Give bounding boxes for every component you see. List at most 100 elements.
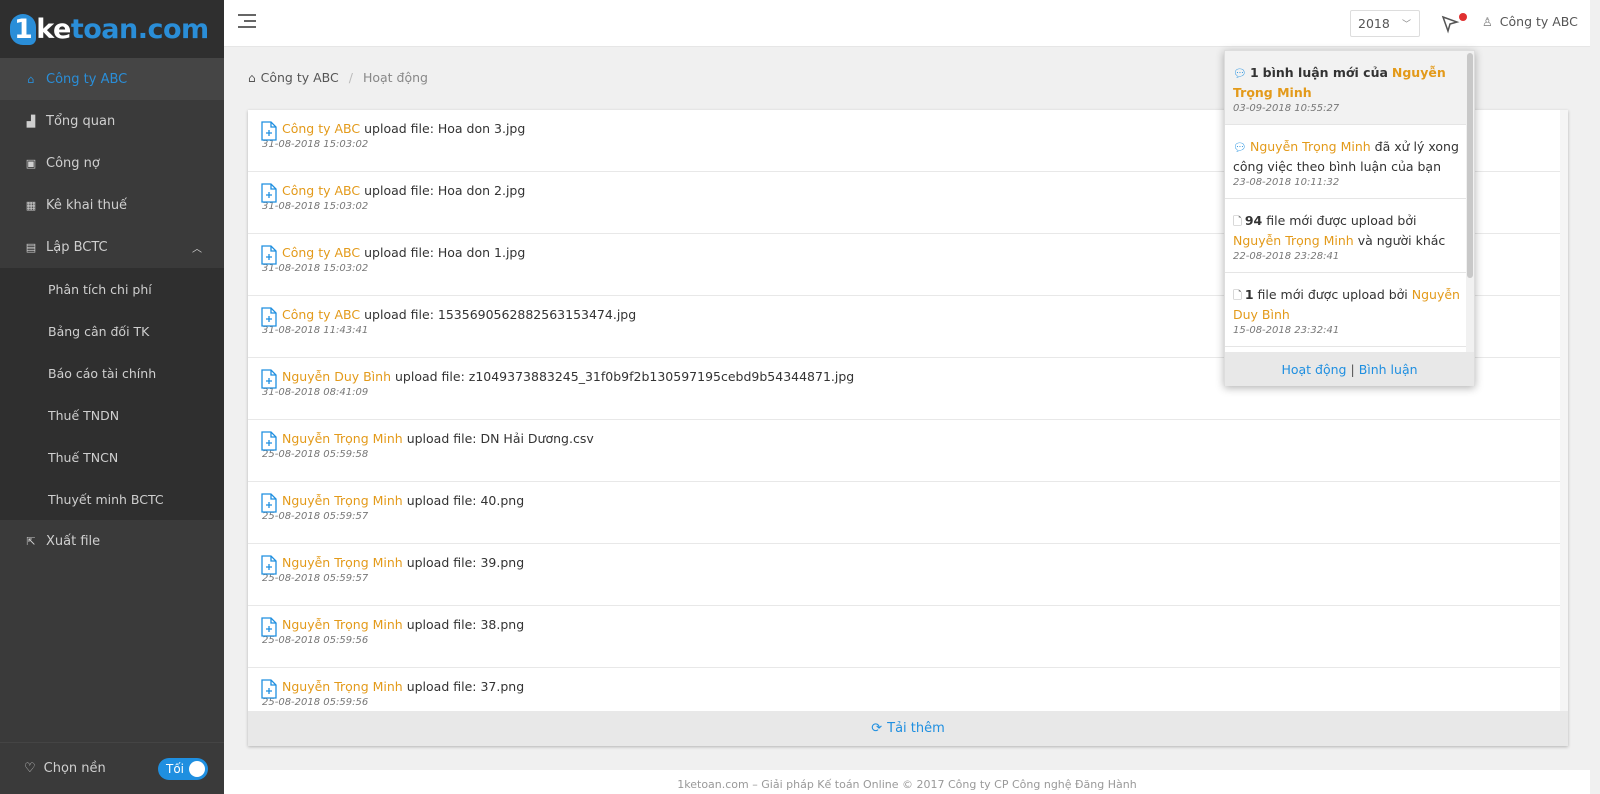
breadcrumb-current: Hoạt động — [362, 70, 428, 85]
scrollbar-thumb[interactable] — [1467, 53, 1473, 278]
activity-time: 25-08-2018 05:59:57 — [262, 511, 369, 522]
notification-scrollbar[interactable] — [1466, 51, 1474, 352]
theme-label: Chọn nền — [43, 761, 106, 776]
notification-item[interactable]: 💬︎ 1 bình luận mới của Nguyễn Trọng Minh … — [1225, 51, 1474, 125]
sidebar-item-label: Công ty ABC — [46, 71, 128, 87]
notification-count: 1 — [1244, 287, 1254, 302]
file-icon: 🗋 — [1233, 215, 1242, 228]
breadcrumb-separator: / — [348, 70, 353, 85]
page-scrollbar[interactable] — [1590, 0, 1600, 794]
view-comments-link[interactable]: Bình luận — [1359, 362, 1418, 377]
year-value: 2018 — [1358, 16, 1390, 31]
sidebar-subnav: Phân tích chi phí Bảng cân đối TK Báo cá… — [0, 268, 224, 520]
notification-text: bình luận mới của — [1262, 65, 1388, 80]
activity-actor[interactable]: Nguyễn Trọng Minh — [282, 431, 403, 446]
year-select[interactable]: 2018 ﹀ — [1350, 10, 1420, 37]
notification-text: file mới được upload bởi — [1266, 213, 1417, 228]
lightbulb-icon: ♡ — [24, 761, 36, 776]
home-icon: ⌂ — [27, 72, 35, 86]
activity-actor[interactable]: Nguyễn Trọng Minh — [282, 679, 403, 694]
activity-actor[interactable]: Nguyễn Trọng Minh — [282, 493, 403, 508]
activity-time: 25-08-2018 05:59:56 — [262, 635, 369, 646]
notification-text: file mới được upload bởi — [1257, 287, 1408, 302]
breadcrumb-home[interactable]: Công ty ABC — [261, 70, 339, 85]
activity-row: Nguyễn Trọng Minh upload file: 39.png 25-… — [248, 544, 1568, 606]
notification-time: 15-08-2018 23:32:41 — [1233, 325, 1340, 336]
brand-logo[interactable]: 1 ketoan.com — [0, 0, 224, 58]
activity-action: upload file: 1535690562882563153474.jpg — [364, 307, 637, 322]
file-add-icon — [261, 245, 277, 265]
sidebar-item-tax[interactable]: ▦ Kê khai thuế — [0, 184, 224, 226]
user-name: Công ty ABC — [1499, 14, 1578, 29]
sidebar-item-company[interactable]: ⌂ Công ty ABC — [0, 58, 224, 100]
activity-actor[interactable]: Công ty ABC — [282, 307, 360, 322]
notification-item[interactable]: 🗋 94 file mới được upload bởi Nguyễn Trọn… — [1225, 199, 1474, 273]
notification-item[interactable]: 🗋 1 file mới được upload bởi Nguyễn Duy B… — [1225, 273, 1474, 347]
comment-icon: 💬︎ — [1233, 141, 1247, 154]
top-header: 2018 ﹀ ♙ Công ty ABC — [224, 0, 1590, 47]
report-icon: ▤ — [25, 240, 37, 254]
file-add-icon — [261, 369, 277, 389]
sidebar-item-debt[interactable]: ▣ Công nợ — [0, 142, 224, 184]
sidebar-subitem-cit[interactable]: Thuế TNDN — [0, 394, 224, 436]
sidebar-subitem-pit[interactable]: Thuế TNCN — [0, 436, 224, 478]
activity-scrollbar[interactable] — [1560, 110, 1568, 711]
activity-time: 25-08-2018 05:59:56 — [262, 697, 369, 708]
sidebar-subitem-cost-analysis[interactable]: Phân tích chi phí — [0, 268, 224, 310]
notification-count: 94 — [1244, 213, 1263, 228]
theme-toggle-label: Tối — [166, 761, 185, 776]
sidebar-subitem-financial-report[interactable]: Báo cáo tài chính — [0, 352, 224, 394]
grid-icon: ▦ — [25, 198, 37, 212]
activity-row: Nguyễn Trọng Minh upload file: 37.png 25-… — [248, 668, 1568, 711]
footer-separator: | — [1350, 361, 1355, 377]
export-icon: ⇱ — [26, 534, 36, 548]
load-more-label: Tải thêm — [887, 721, 945, 736]
sidebar-item-bctc[interactable]: ▤ Lập BCTC ︿ — [0, 226, 224, 268]
file-add-icon — [261, 183, 277, 203]
user-icon: ♙ — [1482, 14, 1493, 29]
notification-badge — [1459, 13, 1467, 21]
activity-action: upload file: 37.png — [406, 679, 525, 694]
activity-actor[interactable]: Công ty ABC — [282, 121, 360, 136]
activity-actor[interactable]: Công ty ABC — [282, 245, 360, 260]
file-add-icon — [261, 121, 277, 141]
activity-action: upload file: Hoa don 1.jpg — [364, 245, 526, 260]
file-add-icon — [261, 493, 277, 513]
theme-toggle[interactable]: Tối — [158, 757, 208, 780]
activity-actor[interactable]: Nguyễn Trọng Minh — [282, 617, 403, 632]
activity-actor[interactable]: Nguyễn Trọng Minh — [282, 555, 403, 570]
sidebar-item-label: Lập BCTC — [46, 239, 108, 255]
activity-time: 25-08-2018 05:59:58 — [262, 449, 369, 460]
sidebar-item-label: Kê khai thuế — [46, 197, 128, 213]
activity-action: upload file: DN Hải Dương.csv — [406, 431, 594, 446]
home-icon: ⌂ — [248, 70, 256, 85]
user-menu[interactable]: ♙ Công ty ABC — [1482, 14, 1578, 29]
load-more-button[interactable]: ⟳ Tải thêm — [248, 711, 1568, 746]
view-activity-link[interactable]: Hoạt động — [1281, 362, 1346, 377]
toggle-knob — [189, 760, 205, 777]
chevron-up-icon: ︿ — [192, 243, 202, 255]
sidebar-subitem-notes[interactable]: Thuyết minh BCTC — [0, 478, 224, 520]
notification-item[interactable]: 💬︎ Nguyễn Trọng Minh đã xử lý xong công v… — [1225, 125, 1474, 199]
chevron-down-icon: ﹀ — [1401, 20, 1411, 30]
notification-time: 03-09-2018 10:55:27 — [1233, 103, 1340, 114]
notification-user[interactable]: Nguyễn Trọng Minh — [1250, 139, 1371, 154]
notification-list[interactable]: 💬︎ 1 bình luận mới của Nguyễn Trọng Minh … — [1225, 51, 1474, 352]
sidebar-item-export[interactable]: ⇱ Xuất file — [0, 520, 224, 562]
sidebar: 1 ketoan.com ⌂ Công ty ABC ▟ Tổng quan ▣ … — [0, 0, 224, 794]
refresh-icon: ⟳ — [871, 721, 883, 736]
notification-count: 1 — [1249, 65, 1259, 80]
notification-user[interactable]: Nguyễn Trọng Minh — [1233, 233, 1354, 248]
notification-flag-icon[interactable] — [1440, 14, 1460, 34]
sidebar-subitem-trial-balance[interactable]: Bảng cân đối TK — [0, 310, 224, 352]
chart-icon: ▟ — [26, 114, 36, 128]
activity-actor[interactable]: Công ty ABC — [282, 183, 360, 198]
notification-dropdown: 💬︎ 1 bình luận mới của Nguyễn Trọng Minh … — [1224, 50, 1475, 386]
activity-actor[interactable]: Nguyễn Duy Bình — [282, 369, 391, 384]
activity-action: upload file: 39.png — [406, 555, 525, 570]
notification-time: 22-08-2018 23:28:41 — [1233, 251, 1340, 262]
breadcrumb: ⌂ Công ty ABC / Hoạt động — [248, 70, 428, 85]
menu-toggle-icon[interactable] — [238, 14, 256, 30]
file-add-icon — [261, 617, 277, 637]
sidebar-item-overview[interactable]: ▟ Tổng quan — [0, 100, 224, 142]
